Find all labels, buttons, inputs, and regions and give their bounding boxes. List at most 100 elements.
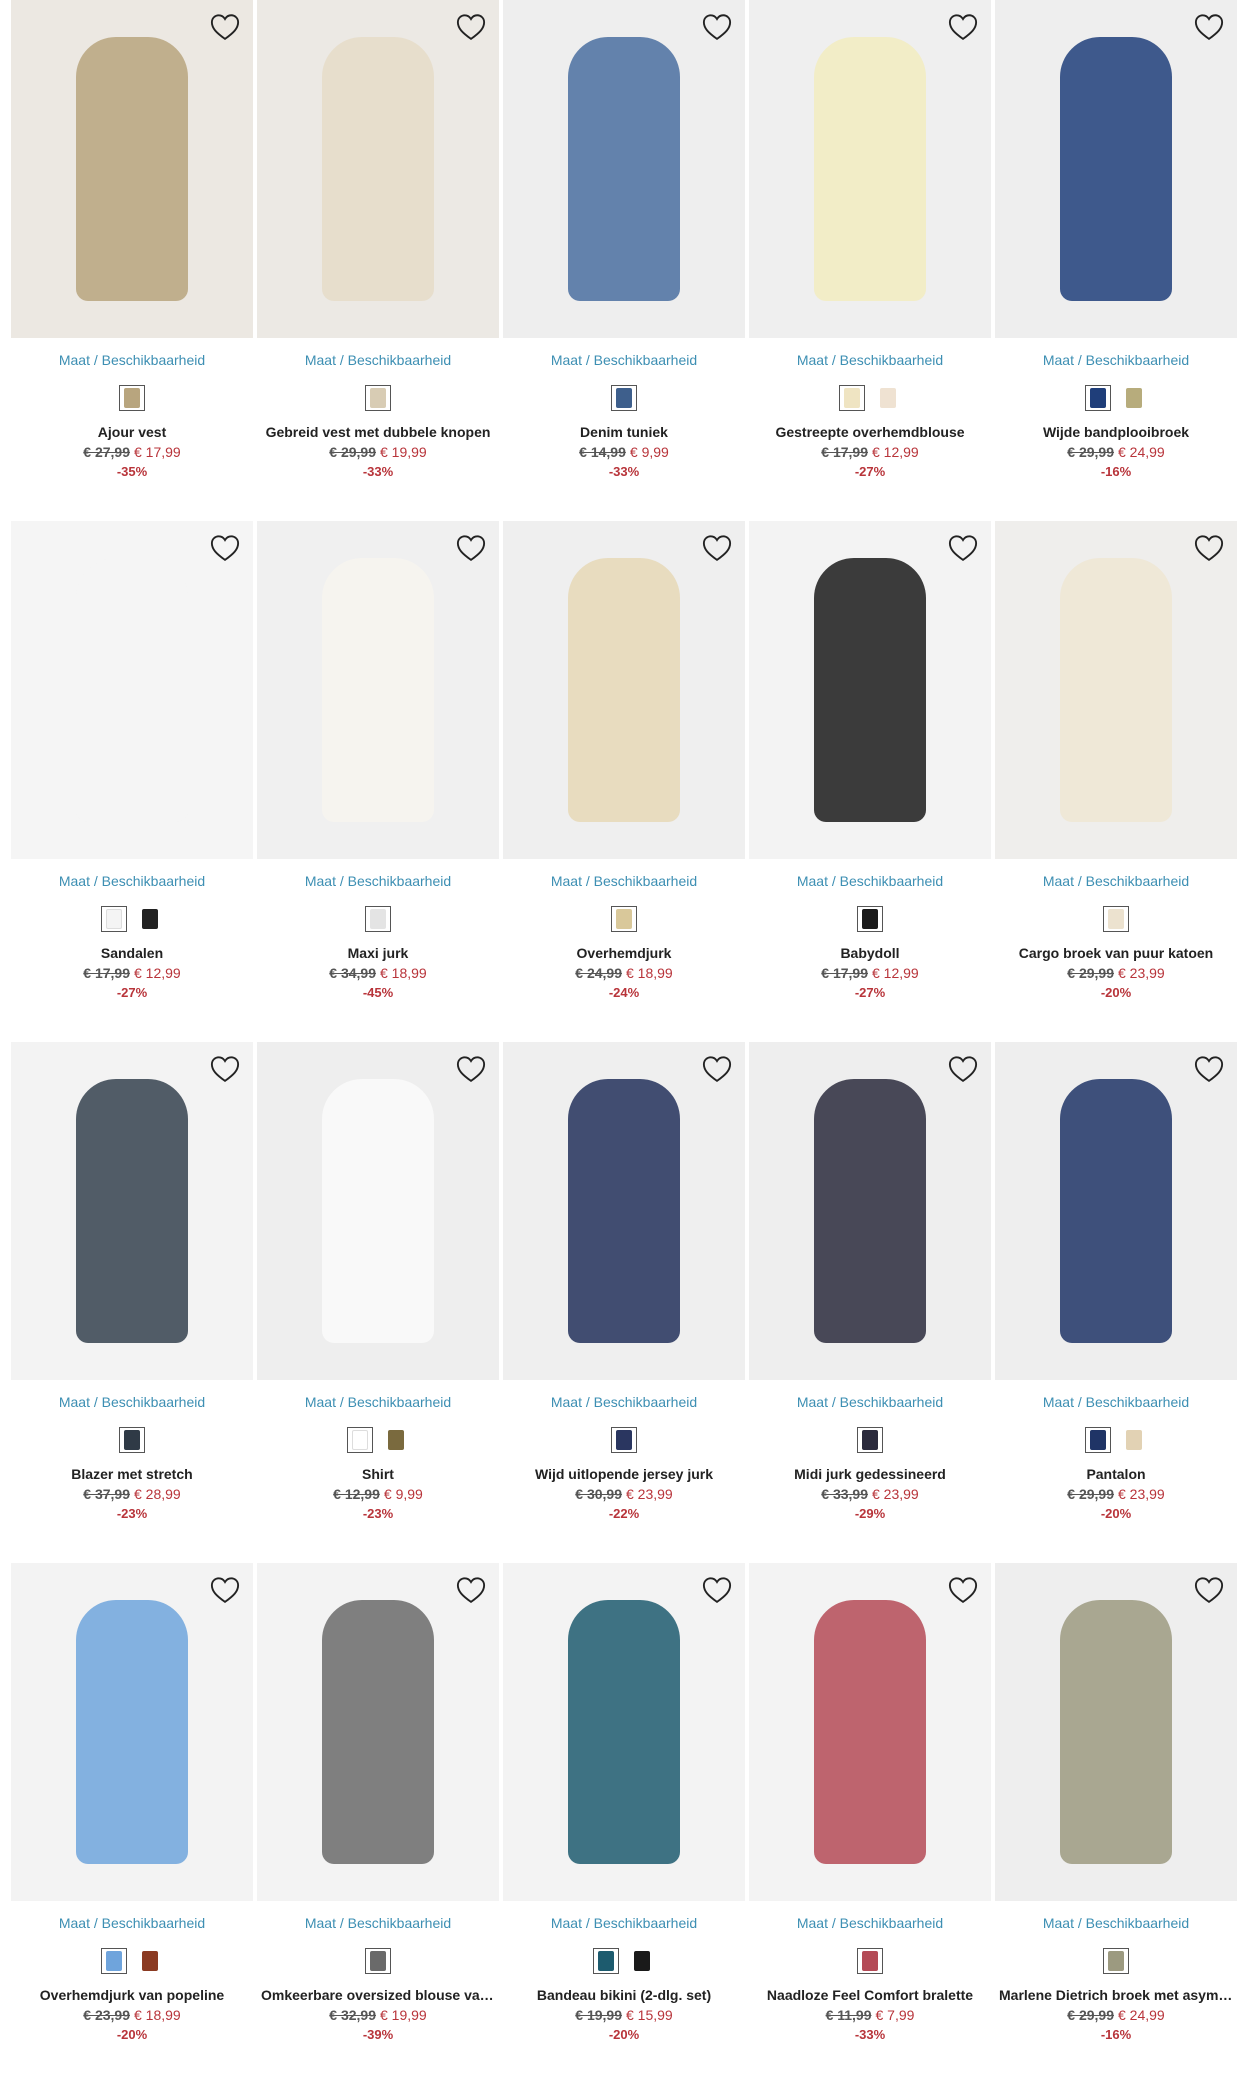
size-availability-link[interactable]: Maat / Beschikbaarheid xyxy=(749,1915,991,1933)
color-swatch[interactable] xyxy=(119,1427,145,1453)
size-availability-link[interactable]: Maat / Beschikbaarheid xyxy=(11,873,253,891)
wishlist-heart-icon[interactable] xyxy=(947,533,979,563)
product-name[interactable]: Wijde bandplooibroek xyxy=(995,424,1237,442)
product-name[interactable]: Naadloze Feel Comfort bralette xyxy=(749,1987,991,2005)
product-photo[interactable] xyxy=(995,521,1237,859)
size-availability-link[interactable]: Maat / Beschikbaarheid xyxy=(995,1394,1237,1412)
product-photo[interactable] xyxy=(11,0,253,338)
product-photo[interactable] xyxy=(503,1042,745,1380)
size-availability-link[interactable]: Maat / Beschikbaarheid xyxy=(257,352,499,370)
wishlist-heart-icon[interactable] xyxy=(1193,12,1225,42)
color-swatch[interactable] xyxy=(101,1948,127,1974)
color-swatch[interactable] xyxy=(383,1427,409,1453)
product-name[interactable]: Wijd uitlopende jersey jurk xyxy=(503,1466,745,1484)
size-availability-link[interactable]: Maat / Beschikbaarheid xyxy=(995,873,1237,891)
size-availability-link[interactable]: Maat / Beschikbaarheid xyxy=(749,873,991,891)
wishlist-heart-icon[interactable] xyxy=(209,12,241,42)
product-photo[interactable] xyxy=(257,0,499,338)
color-swatch[interactable] xyxy=(365,906,391,932)
color-swatch[interactable] xyxy=(119,385,145,411)
product-photo[interactable] xyxy=(749,0,991,338)
color-swatch[interactable] xyxy=(365,385,391,411)
product-name[interactable]: Sandalen xyxy=(11,945,253,963)
product-name[interactable]: Pantalon xyxy=(995,1466,1237,1484)
size-availability-link[interactable]: Maat / Beschikbaarheid xyxy=(257,1394,499,1412)
product-card[interactable]: Maat / Beschikbaarheid Babydoll € 17,99 €… xyxy=(749,521,991,1042)
size-availability-link[interactable]: Maat / Beschikbaarheid xyxy=(995,1915,1237,1933)
product-card[interactable]: Maat / Beschikbaarheid Gebreid vest met … xyxy=(257,0,499,521)
product-name[interactable]: Babydoll xyxy=(749,945,991,963)
color-swatch[interactable] xyxy=(857,906,883,932)
product-photo[interactable] xyxy=(995,1563,1237,1901)
wishlist-heart-icon[interactable] xyxy=(455,1575,487,1605)
product-card[interactable]: Maat / Beschikbaarheid Denim tuniek € 14… xyxy=(503,0,745,521)
color-swatch[interactable] xyxy=(629,1948,655,1974)
color-swatch[interactable] xyxy=(857,1948,883,1974)
product-name[interactable]: Maxi jurk xyxy=(257,945,499,963)
product-card[interactable]: Maat / Beschikbaarheid Cargo broek van p… xyxy=(995,521,1237,1042)
wishlist-heart-icon[interactable] xyxy=(455,533,487,563)
product-photo[interactable] xyxy=(503,0,745,338)
product-card[interactable]: Maat / Beschikbaarheid Sandalen € 17,99 €… xyxy=(11,521,253,1042)
product-name[interactable]: Shirt xyxy=(257,1466,499,1484)
product-photo[interactable] xyxy=(257,1042,499,1380)
product-photo[interactable] xyxy=(995,1042,1237,1380)
size-availability-link[interactable]: Maat / Beschikbaarheid xyxy=(11,352,253,370)
product-name[interactable]: Omkeerbare oversized blouse van viscose xyxy=(257,1987,499,2005)
color-swatch[interactable] xyxy=(1121,1427,1147,1453)
wishlist-heart-icon[interactable] xyxy=(455,1054,487,1084)
color-swatch[interactable] xyxy=(611,1427,637,1453)
product-name[interactable]: Blazer met stretch xyxy=(11,1466,253,1484)
size-availability-link[interactable]: Maat / Beschikbaarheid xyxy=(503,1915,745,1933)
product-card[interactable]: Maat / Beschikbaarheid Maxi jurk € 34,99… xyxy=(257,521,499,1042)
wishlist-heart-icon[interactable] xyxy=(701,1054,733,1084)
color-swatch[interactable] xyxy=(137,906,163,932)
wishlist-heart-icon[interactable] xyxy=(701,533,733,563)
color-swatch[interactable] xyxy=(875,385,901,411)
color-swatch[interactable] xyxy=(347,1427,373,1453)
color-swatch[interactable] xyxy=(101,906,127,932)
product-name[interactable]: Marlene Dietrich broek met asymmetrische… xyxy=(995,1987,1237,2005)
product-name[interactable]: Gestreepte overhemdblouse xyxy=(749,424,991,442)
color-swatch[interactable] xyxy=(611,906,637,932)
product-card[interactable]: Maat / Beschikbaarheid Blazer met stretc… xyxy=(11,1042,253,1563)
size-availability-link[interactable]: Maat / Beschikbaarheid xyxy=(503,1394,745,1412)
size-availability-link[interactable]: Maat / Beschikbaarheid xyxy=(503,352,745,370)
color-swatch[interactable] xyxy=(1103,1948,1129,1974)
product-card[interactable]: Maat / Beschikbaarheid Wijd uitlopende j… xyxy=(503,1042,745,1563)
color-swatch[interactable] xyxy=(857,1427,883,1453)
product-photo[interactable] xyxy=(749,1042,991,1380)
size-availability-link[interactable]: Maat / Beschikbaarheid xyxy=(749,352,991,370)
size-availability-link[interactable]: Maat / Beschikbaarheid xyxy=(503,873,745,891)
product-name[interactable]: Ajour vest xyxy=(11,424,253,442)
size-availability-link[interactable]: Maat / Beschikbaarheid xyxy=(257,873,499,891)
wishlist-heart-icon[interactable] xyxy=(701,12,733,42)
product-photo[interactable] xyxy=(503,521,745,859)
product-card[interactable]: Maat / Beschikbaarheid Overhemdjurk van … xyxy=(11,1563,253,2084)
product-card[interactable]: Maat / Beschikbaarheid Gestreepte overhe… xyxy=(749,0,991,521)
product-name[interactable]: Overhemdjurk xyxy=(503,945,745,963)
product-card[interactable]: Maat / Beschikbaarheid Wijde bandplooibr… xyxy=(995,0,1237,521)
product-photo[interactable] xyxy=(749,1563,991,1901)
color-swatch[interactable] xyxy=(1121,385,1147,411)
product-photo[interactable] xyxy=(257,521,499,859)
product-photo[interactable] xyxy=(257,1563,499,1901)
product-photo[interactable] xyxy=(11,521,253,859)
size-availability-link[interactable]: Maat / Beschikbaarheid xyxy=(257,1915,499,1933)
size-availability-link[interactable]: Maat / Beschikbaarheid xyxy=(749,1394,991,1412)
product-name[interactable]: Bandeau bikini (2-dlg. set) xyxy=(503,1987,745,2005)
product-card[interactable]: Maat / Beschikbaarheid Bandeau bikini (2… xyxy=(503,1563,745,2084)
product-photo[interactable] xyxy=(995,0,1237,338)
wishlist-heart-icon[interactable] xyxy=(209,1575,241,1605)
size-availability-link[interactable]: Maat / Beschikbaarheid xyxy=(11,1394,253,1412)
color-swatch[interactable] xyxy=(1085,1427,1111,1453)
wishlist-heart-icon[interactable] xyxy=(455,12,487,42)
size-availability-link[interactable]: Maat / Beschikbaarheid xyxy=(995,352,1237,370)
product-card[interactable]: Maat / Beschikbaarheid Omkeerbare oversi… xyxy=(257,1563,499,2084)
product-photo[interactable] xyxy=(11,1042,253,1380)
product-photo[interactable] xyxy=(11,1563,253,1901)
wishlist-heart-icon[interactable] xyxy=(1193,1054,1225,1084)
color-swatch[interactable] xyxy=(593,1948,619,1974)
wishlist-heart-icon[interactable] xyxy=(701,1575,733,1605)
color-swatch[interactable] xyxy=(1103,906,1129,932)
